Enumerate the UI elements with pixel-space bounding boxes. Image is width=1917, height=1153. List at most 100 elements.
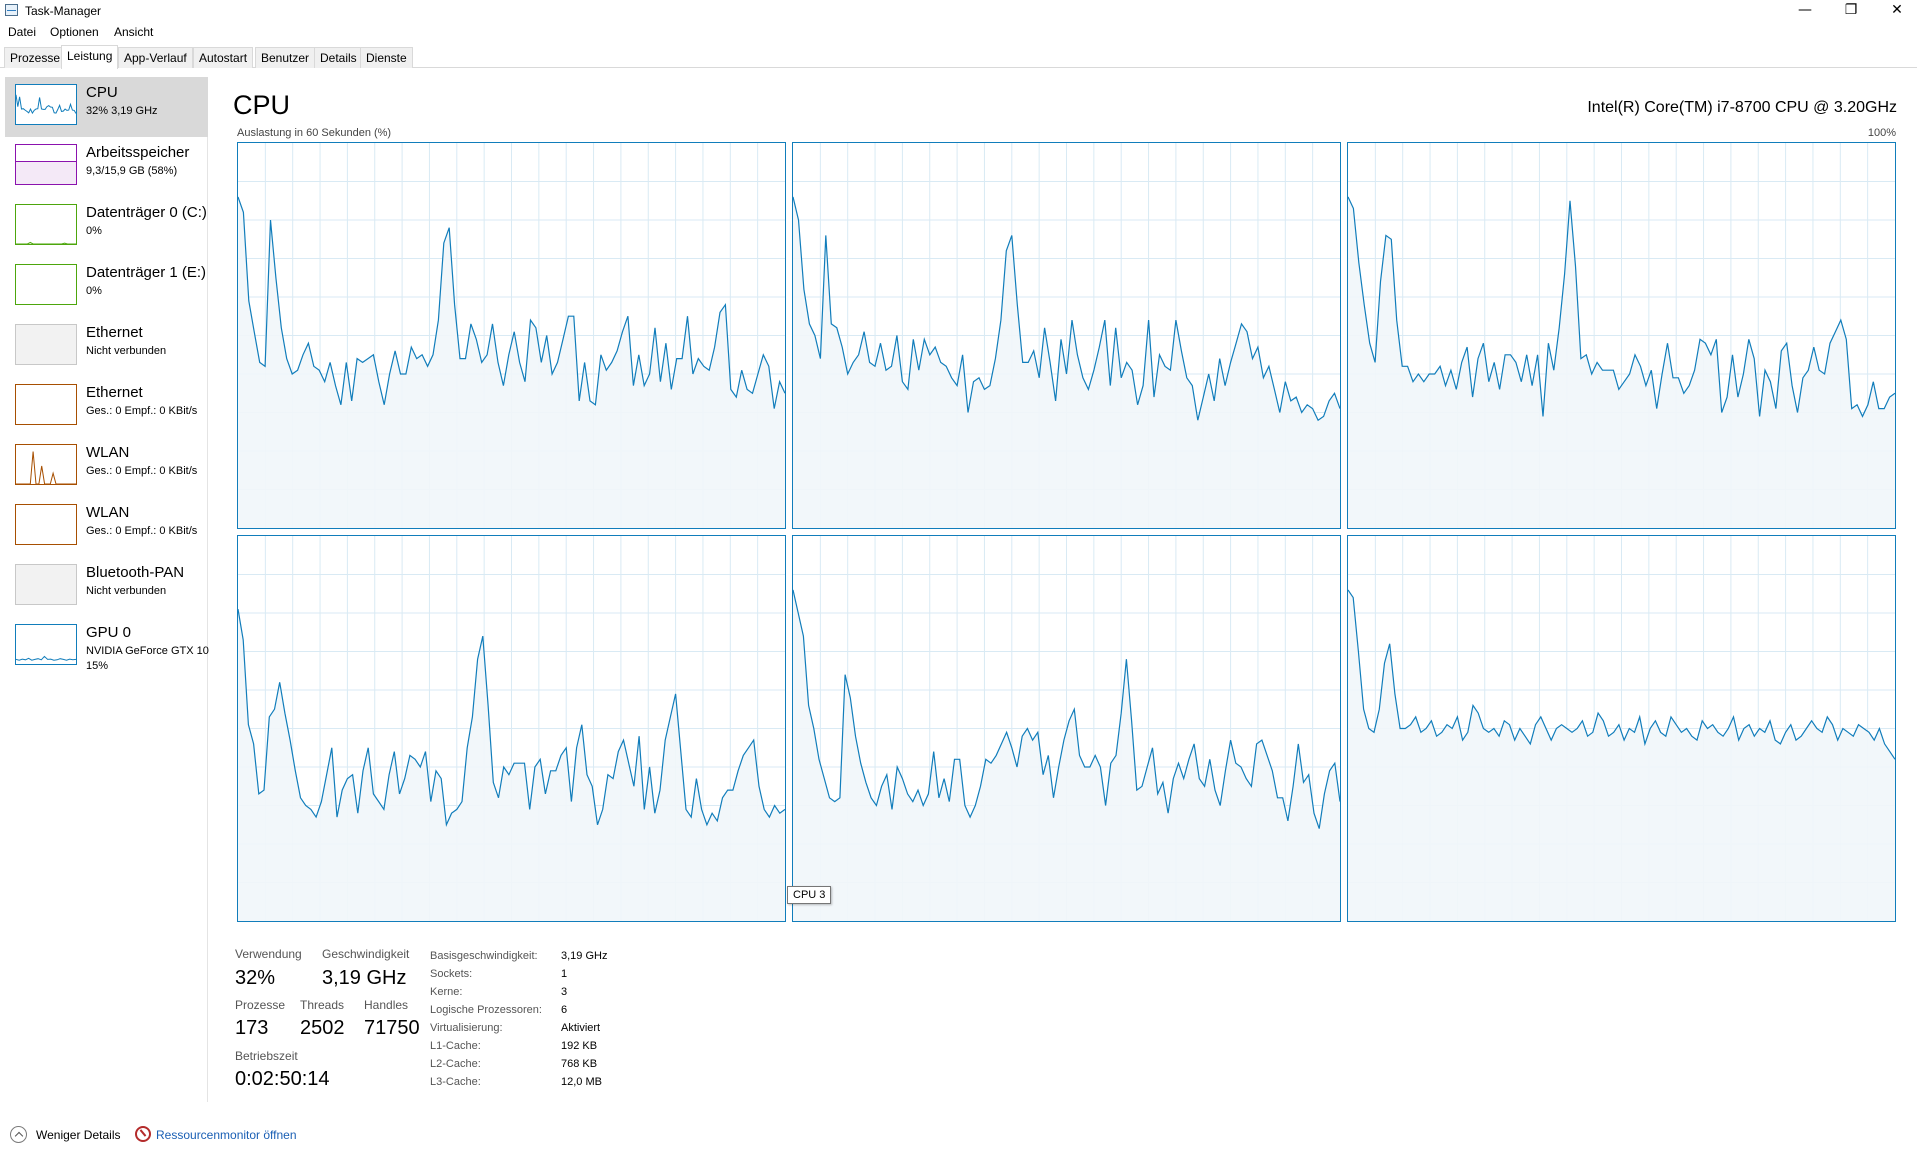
info-label: L3-Cache: — [430, 1076, 481, 1088]
sparkline — [16, 451, 76, 484]
core-chart — [793, 536, 1340, 921]
info-label: Kerne: — [430, 986, 463, 998]
sidebar-item-arbeitsspeicher-1[interactable]: Arbeitsspeicher 9,3/15,9 GB (58%) — [5, 137, 208, 197]
core-chart — [1348, 536, 1895, 921]
processes-value: 173 — [235, 1017, 269, 1039]
resource-monitor-icon[interactable] — [135, 1126, 151, 1142]
resource-monitor-link[interactable]: Ressourcenmonitor öffnen — [156, 1128, 297, 1142]
info-value: 1 — [561, 968, 568, 980]
info-value: 3,19 GHz — [561, 950, 608, 962]
sidebar-item-subtitle: 9,3/15,9 GB (58%) — [86, 165, 178, 177]
sidebar-item-title: WLAN — [86, 504, 130, 521]
sidebar-item-subtitle: 0% — [86, 225, 102, 237]
sidebar-item-title: Datenträger 0 (C:) — [86, 204, 207, 221]
cpu-core-graph-2[interactable] — [1347, 142, 1896, 529]
sparkline — [16, 655, 76, 661]
tab-leistung[interactable]: Leistung — [61, 45, 119, 69]
sidebar-item-subtitle: NVIDIA GeForce GTX 10 — [86, 645, 209, 657]
minimize-button[interactable]: — — [1782, 0, 1828, 22]
sidebar-item-ethernet-5[interactable]: Ethernet Ges.: 0 Empf.: 0 KBit/s — [5, 377, 208, 437]
sidebar-thumbnail — [15, 144, 77, 185]
threads-label: Threads — [300, 998, 345, 1012]
speed-label: Geschwindigkeit — [322, 947, 410, 961]
tab-details[interactable]: Details — [314, 47, 363, 68]
utilization-label: Auslastung in 60 Sekunden (%) — [237, 127, 392, 139]
footer: Weniger Details Ressourcenmonitor öffnen — [0, 1120, 1917, 1150]
cpu-model: Intel(R) Core(TM) i7-8700 CPU @ 3.20GHz — [1587, 99, 1897, 116]
sidebar-thumbnail — [15, 84, 77, 125]
info-value: 3 — [561, 986, 568, 998]
sidebar-thumbnail — [15, 384, 77, 425]
tab-bar: Prozesse Leistung App-Verlauf Autostart … — [0, 45, 1917, 69]
sidebar-thumbnail — [15, 264, 77, 305]
sidebar-item-cpu-0[interactable]: CPU 32% 3,19 GHz — [5, 77, 208, 137]
sidebar-item-subtitle: Ges.: 0 Empf.: 0 KBit/s — [86, 405, 198, 417]
resource-sidebar: CPU 32% 3,19 GHz Arbeitsspeicher 9,3/15,9 G… — [5, 77, 209, 1102]
sidebar-item-title: Datenträger 1 (E:) — [86, 264, 207, 281]
core-chart — [793, 143, 1340, 528]
core-graphs — [237, 142, 1896, 922]
sidebar-item-title: Ethernet — [86, 324, 143, 341]
sidebar-item-subtitle: 32% 3,19 GHz — [86, 105, 158, 117]
core-tooltip: CPU 3 — [787, 886, 832, 904]
task-manager-icon — [5, 4, 18, 16]
menu-ansicht[interactable]: Ansicht — [114, 25, 153, 39]
sidebar-item-subtitle: Ges.: 0 Empf.: 0 KBit/s — [86, 525, 198, 537]
core-chart — [238, 143, 785, 528]
threads-value: 2502 — [300, 1017, 345, 1039]
tab-prozesse[interactable]: Prozesse — [4, 47, 67, 68]
sidebar-thumbnail — [15, 624, 77, 665]
sidebar-thumbnail — [15, 324, 77, 365]
sidebar-item-subtitle: Nicht verbunden — [86, 585, 167, 597]
cpu-core-graph-1[interactable] — [792, 142, 1341, 529]
sidebar-item-title: Ethernet — [86, 384, 143, 401]
info-label: Sockets: — [430, 968, 473, 980]
cpu-core-graph-4[interactable] — [792, 535, 1341, 922]
handles-value: 71750 — [364, 1017, 420, 1039]
handles-label: Handles — [364, 998, 409, 1012]
info-value: 12,0 MB — [561, 1076, 602, 1088]
sidebar-thumbnail — [15, 564, 77, 605]
core-chart — [1348, 143, 1895, 528]
sidebar-thumbnail — [15, 444, 77, 485]
sidebar-item-datentr-ger-0-c-2[interactable]: Datenträger 0 (C:) 0% — [5, 197, 208, 257]
sidebar-item-title: Arbeitsspeicher — [86, 144, 190, 161]
sidebar-item-ethernet-4[interactable]: Ethernet Nicht verbunden — [5, 317, 208, 377]
cpu-core-graph-3[interactable] — [237, 535, 786, 922]
info-label: Logische Prozessoren: — [430, 1004, 542, 1016]
menu-datei[interactable]: Datei — [8, 25, 36, 39]
menu-optionen[interactable]: Optionen — [50, 25, 99, 39]
info-value: 6 — [561, 1004, 568, 1016]
chevron-up-icon[interactable] — [10, 1126, 27, 1143]
sidebar-thumbnail — [15, 504, 77, 545]
info-value: 768 KB — [561, 1058, 598, 1070]
sidebar-item-detail: 15% — [86, 660, 109, 672]
menu-bar: Datei Optionen Ansicht — [0, 22, 1917, 42]
tab-benutzer[interactable]: Benutzer — [255, 47, 316, 68]
window-title: Task-Manager — [25, 4, 102, 18]
core-chart — [238, 536, 785, 921]
less-details-link[interactable]: Weniger Details — [36, 1128, 120, 1142]
speed-value: 3,19 GHz — [322, 967, 407, 989]
info-label: L1-Cache: — [430, 1040, 481, 1052]
restore-button[interactable]: ❐ — [1828, 0, 1874, 22]
cpu-core-graph-0[interactable] — [237, 142, 786, 529]
info-value: Aktiviert — [561, 1022, 601, 1034]
sidebar-item-datentr-ger-1-e-3[interactable]: Datenträger 1 (E:) 0% — [5, 257, 208, 317]
info-value: 192 KB — [561, 1040, 598, 1052]
usage-value: 32% — [235, 967, 276, 989]
sidebar-item-wlan-7[interactable]: WLAN Ges.: 0 Empf.: 0 KBit/s — [5, 497, 208, 557]
sparkline — [16, 94, 76, 115]
sidebar-item-gpu-0-9[interactable]: GPU 0 NVIDIA GeForce GTX 10 15% — [5, 617, 209, 677]
tab-dienste[interactable]: Dienste — [360, 47, 413, 68]
memory-fill — [16, 161, 76, 184]
sidebar-item-bluetooth-pan-8[interactable]: Bluetooth-PAN Nicht verbunden — [5, 557, 208, 617]
tab-app-verlauf[interactable]: App-Verlauf — [118, 47, 193, 68]
tab-autostart[interactable]: Autostart — [193, 47, 254, 68]
usage-label: Verwendung — [235, 947, 302, 961]
max-percent-label: 100% — [1867, 127, 1896, 139]
cpu-core-graph-5[interactable] — [1347, 535, 1896, 922]
uptime-label: Betriebszeit — [235, 1049, 298, 1063]
close-button[interactable]: ✕ — [1874, 0, 1917, 22]
sidebar-item-wlan-6[interactable]: WLAN Ges.: 0 Empf.: 0 KBit/s — [5, 437, 208, 497]
